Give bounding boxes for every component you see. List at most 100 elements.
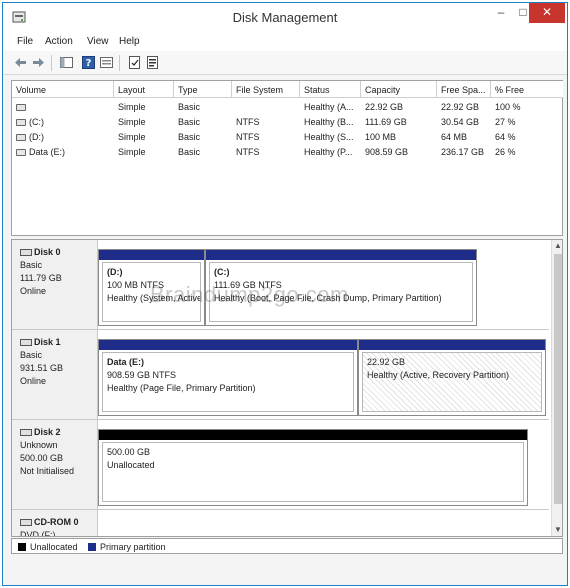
column-header-capacity[interactable]: Capacity — [361, 81, 437, 98]
toolbar: ? — [3, 51, 567, 75]
vertical-scrollbar[interactable]: ▲ ▼ — [551, 240, 562, 536]
primary-partition-bar — [359, 340, 545, 350]
status-cell: Healthy (A... — [304, 102, 354, 112]
disk-type: DVD (F:) — [20, 530, 56, 537]
properties-icon[interactable] — [99, 55, 114, 70]
disk-size: 500.00 GB — [20, 453, 64, 463]
back-arrow-icon[interactable] — [13, 55, 28, 70]
volume-icon — [16, 104, 26, 111]
svg-text:?: ? — [86, 58, 92, 69]
partition-c[interactable]: (C:) 111.69 GB NTFS Healthy (Boot, Page … — [205, 249, 477, 326]
percent-free-cell: 64 % — [495, 132, 516, 142]
type-cell: Basic — [178, 102, 201, 112]
partition-name: (D:) — [107, 267, 123, 277]
primary-partition-bar — [99, 340, 357, 350]
window-title: Disk Management — [232, 10, 338, 25]
menu-bar: File Action View Help — [3, 31, 567, 51]
menu-action[interactable]: Action — [45, 36, 73, 47]
primary-partition-bar — [99, 250, 204, 260]
partition-e[interactable]: Data (E:) 908.59 GB NTFS Healthy (Page F… — [98, 339, 358, 416]
primary-partition-swatch — [88, 543, 96, 551]
column-header-free-space[interactable]: Free Spa... — [437, 81, 491, 98]
status-bar — [3, 555, 567, 585]
volume-name: (D:) — [29, 132, 44, 142]
layout-cell: Simple — [118, 147, 146, 157]
status-cell: Healthy (S... — [304, 132, 354, 142]
console-tree-icon[interactable] — [59, 55, 74, 70]
disk-type: Unknown — [20, 440, 58, 450]
menu-file[interactable]: File — [17, 36, 33, 47]
menu-view[interactable]: View — [87, 36, 109, 47]
free-space-cell: 64 MB — [441, 132, 468, 142]
partition-name: Data (E:) — [107, 357, 145, 367]
file-system-cell: NTFS — [236, 117, 260, 127]
status-cell: Healthy (P... — [304, 147, 353, 157]
disk-2-info[interactable]: Disk 2 Unknown 500.00 GB Not Initialised — [12, 420, 98, 510]
file-system-cell: NTFS — [236, 132, 260, 142]
primary-partition-bar — [206, 250, 476, 260]
layout-cell: Simple — [118, 132, 146, 142]
capacity-cell: 100 MB — [365, 132, 397, 142]
disk-2-partitions: 500.00 GB Unallocated — [98, 420, 549, 510]
disk-0-partitions: (D:) 100 MB NTFS Healthy (System, Active… — [98, 240, 549, 330]
partition-recovery[interactable]: 22.92 GB Healthy (Active, Recovery Parti… — [358, 339, 546, 416]
partition-name: (C:) — [214, 267, 230, 277]
column-header-type[interactable]: Type — [174, 81, 232, 98]
title-bar[interactable]: Disk Management – □ ✕ — [3, 3, 567, 31]
volume-name: (C:) — [29, 117, 44, 127]
column-header-percent-free[interactable]: % Free — [491, 81, 563, 98]
refresh-icon[interactable] — [145, 55, 160, 70]
partition-status: Healthy (Active, Recovery Partition) — [367, 370, 510, 380]
volume-name: Data (E:) — [29, 147, 66, 157]
disk-type: Basic — [20, 350, 43, 360]
column-header-status[interactable]: Status — [300, 81, 361, 98]
cdrom-0-info[interactable]: CD-ROM 0 DVD (F:) — [12, 510, 98, 537]
volume-icon — [16, 149, 26, 156]
layout-cell: Simple — [118, 117, 146, 127]
disk-layout-pane: Disk 0 Basic 111.79 GB Online (D:) 100 M… — [11, 239, 563, 537]
capacity-cell: 22.92 GB — [365, 102, 404, 112]
disk-0-info[interactable]: Disk 0 Basic 111.79 GB Online — [12, 240, 98, 330]
disk-name: CD-ROM 0 — [34, 517, 79, 527]
menu-help[interactable]: Help — [119, 36, 140, 47]
disk-size: 111.79 GB — [20, 273, 62, 283]
legend-bar: Unallocated Primary partition — [11, 538, 563, 554]
minimize-button[interactable]: – — [489, 3, 513, 23]
column-header-file-system[interactable]: File System — [232, 81, 300, 98]
disk-status: Not Initialised — [20, 466, 75, 476]
disk-type: Basic — [20, 260, 43, 270]
type-cell: Basic — [178, 117, 201, 127]
partition-d[interactable]: (D:) 100 MB NTFS Healthy (System, Active… — [98, 249, 205, 326]
percent-free-cell: 26 % — [495, 147, 516, 157]
unallocated-swatch — [18, 543, 26, 551]
toolbar-separator — [51, 55, 52, 71]
disk-icon — [20, 249, 32, 256]
legend-unallocated-label: Unallocated — [30, 542, 78, 552]
file-system-cell: NTFS — [236, 147, 260, 157]
forward-arrow-icon[interactable] — [31, 55, 46, 70]
partition-size: 100 MB NTFS — [107, 280, 165, 290]
scrollbar-thumb[interactable] — [554, 254, 562, 504]
disk-management-window: Disk Management – □ ✕ File Action View H… — [2, 2, 568, 586]
column-header-volume[interactable]: Volume — [12, 81, 114, 98]
help-icon[interactable]: ? — [81, 55, 96, 70]
disk-unknown-icon — [20, 429, 32, 436]
disk-1-info[interactable]: Disk 1 Basic 931.51 GB Online — [12, 330, 98, 420]
disk-name: Disk 0 — [34, 247, 61, 257]
unallocated-space[interactable]: 500.00 GB Unallocated — [98, 429, 528, 506]
toolbar-separator — [119, 55, 120, 71]
column-header-layout[interactable]: Layout — [114, 81, 174, 98]
free-space-cell: 30.54 GB — [441, 117, 480, 127]
layout-cell: Simple — [118, 102, 146, 112]
capacity-cell: 908.59 GB — [365, 147, 409, 157]
free-space-cell: 236.17 GB — [441, 147, 485, 157]
type-cell: Basic — [178, 147, 201, 157]
export-list-icon[interactable] — [127, 55, 142, 70]
scroll-up-arrow-icon[interactable]: ▲ — [552, 240, 562, 252]
scroll-down-arrow-icon[interactable]: ▼ — [552, 524, 562, 536]
disk-name: Disk 2 — [34, 427, 61, 437]
partition-size: 908.59 GB NTFS — [107, 370, 177, 380]
unallocated-bar — [99, 430, 527, 440]
partition-status: Healthy (Page File, Primary Partition) — [107, 383, 256, 393]
close-button[interactable]: ✕ — [529, 3, 565, 23]
